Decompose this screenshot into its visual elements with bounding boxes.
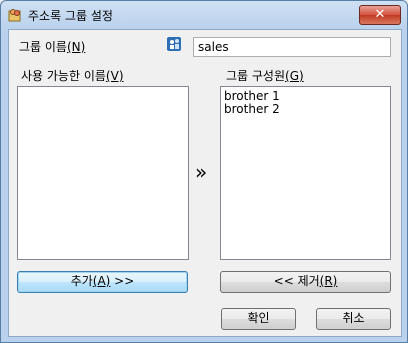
close-button[interactable]: ✕ xyxy=(359,5,401,25)
available-names-label-text: 사용 가능한 이름 xyxy=(21,69,106,83)
group-name-value: sales xyxy=(198,40,229,54)
add-button-label: 추가 xyxy=(70,274,93,288)
remove-button[interactable]: << 제거(R) xyxy=(220,271,391,293)
group-members-label-text: 그룹 구성원 xyxy=(226,69,286,83)
transfer-icon: » xyxy=(195,160,208,184)
dialog-window: 주소록 그룹 설정 ✕ 그룹 이름(N) sales 사용 가능한 이름(V) … xyxy=(0,0,408,343)
available-names-mnemonic: (V) xyxy=(105,69,124,83)
address-book-icon xyxy=(8,9,21,22)
group-members-list[interactable]: brother 1 brother 2 xyxy=(220,86,391,260)
dialog-body: 그룹 이름(N) sales 사용 가능한 이름(V) » 그룹 구성원(G) … xyxy=(8,29,402,337)
group-members-mnemonic: (G) xyxy=(285,69,304,83)
group-name-label-text: 그룹 이름 xyxy=(19,40,67,54)
title-bar[interactable]: 주소록 그룹 설정 ✕ xyxy=(1,1,407,29)
group-contacts-icon xyxy=(167,37,181,51)
add-button-mnemonic: (A) xyxy=(92,274,111,288)
cancel-button[interactable]: 취소 xyxy=(316,308,391,330)
window-title: 주소록 그룹 설정 xyxy=(28,9,113,23)
group-name-field[interactable]: sales xyxy=(193,37,391,57)
ok-button[interactable]: 확인 xyxy=(221,308,296,330)
group-name-mnemonic: (N) xyxy=(66,40,86,54)
remove-button-label: << 제거 xyxy=(273,274,320,288)
list-item[interactable]: brother 1 xyxy=(224,89,280,103)
add-button[interactable]: 추가(A) >> xyxy=(17,271,188,293)
group-members-label: 그룹 구성원(G) xyxy=(226,67,304,84)
add-button-arrows: >> xyxy=(110,274,135,288)
available-names-label: 사용 가능한 이름(V) xyxy=(21,67,124,84)
group-name-label: 그룹 이름(N) xyxy=(19,38,85,55)
list-item[interactable]: brother 2 xyxy=(224,102,280,116)
available-names-list[interactable] xyxy=(17,86,189,260)
remove-button-mnemonic: (R) xyxy=(319,274,338,288)
